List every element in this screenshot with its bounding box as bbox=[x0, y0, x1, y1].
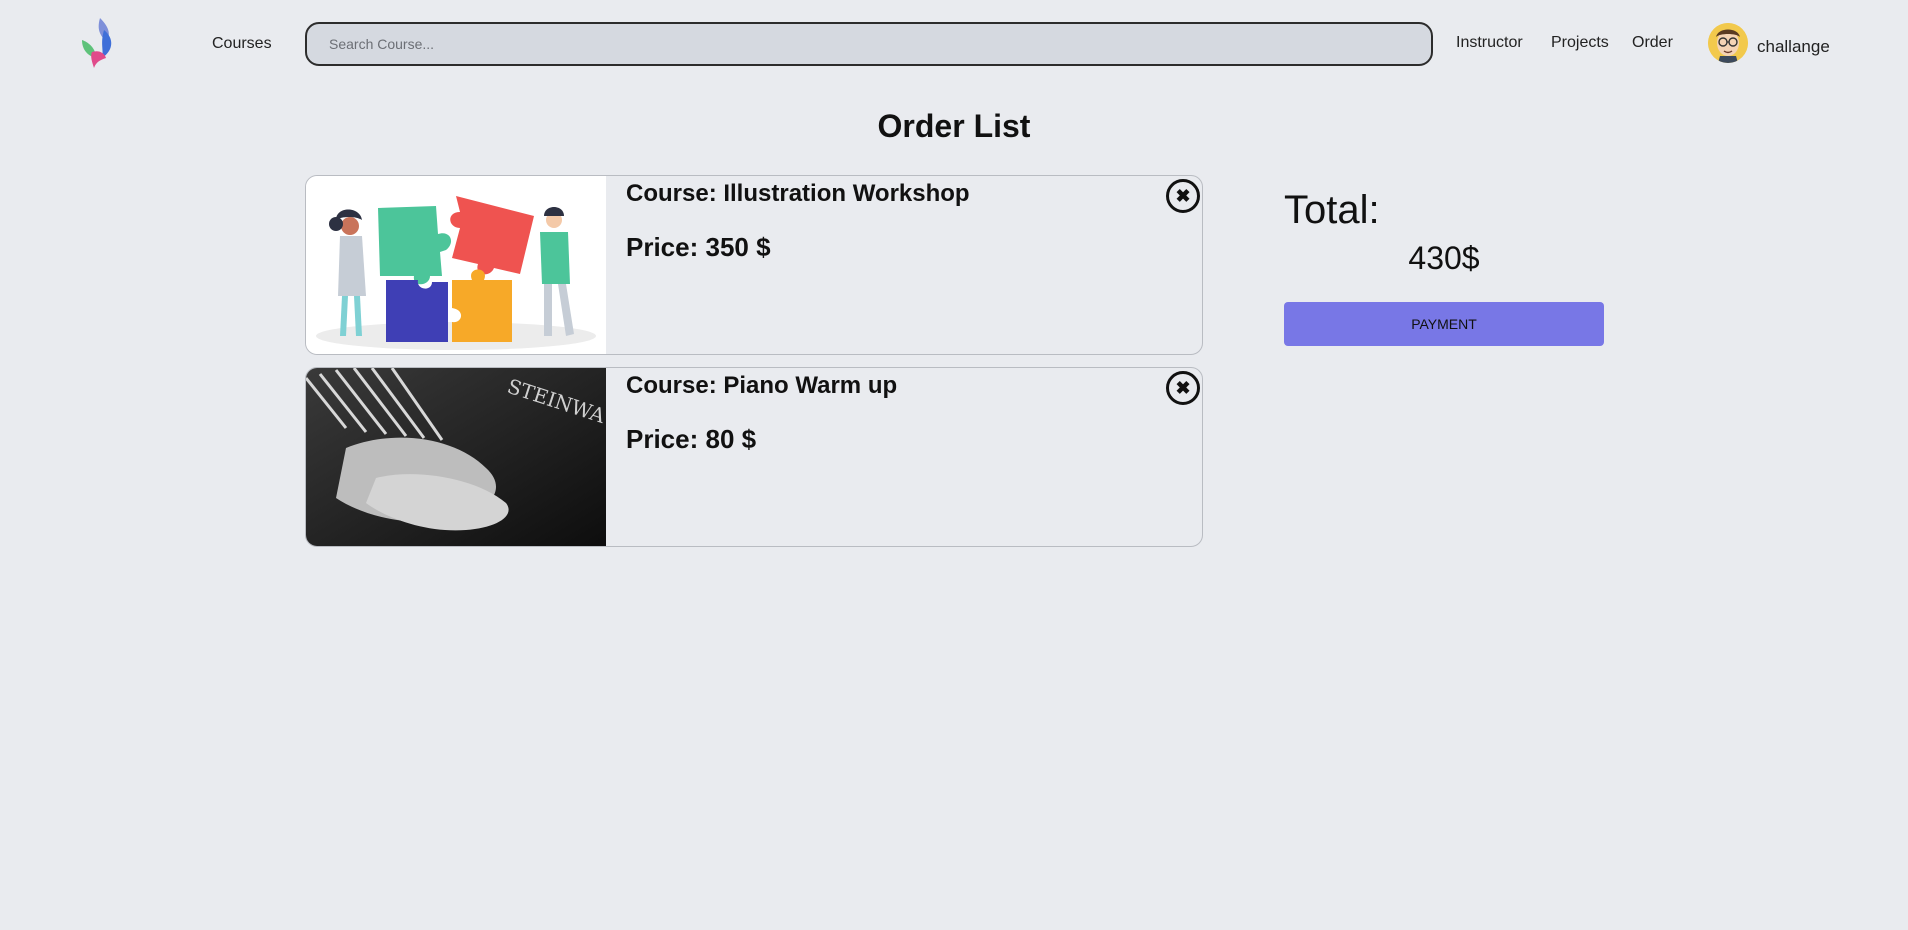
piano-photo: STEINWA bbox=[306, 368, 606, 546]
search-input[interactable] bbox=[305, 22, 1433, 66]
nav-courses-link[interactable]: Courses bbox=[212, 35, 272, 53]
puzzle-illustration bbox=[306, 176, 606, 354]
course-title: Course: Piano Warm up bbox=[626, 372, 898, 399]
order-item: Course: Illustration Workshop Price: 350… bbox=[305, 175, 1203, 355]
total-value: 430$ bbox=[1408, 240, 1480, 276]
nav-order-link[interactable]: Order bbox=[1632, 34, 1673, 52]
nav-projects-link[interactable]: Projects bbox=[1551, 34, 1609, 52]
flame-logo-icon[interactable] bbox=[78, 16, 118, 70]
course-price: Price: 80 $ bbox=[626, 424, 757, 454]
page-title: Order List bbox=[877, 108, 1031, 144]
user-avatar[interactable] bbox=[1708, 23, 1748, 63]
top-navbar: Courses Instructor Projects Order challa… bbox=[0, 0, 1908, 90]
course-price: Price: 350 $ bbox=[626, 232, 771, 262]
course-title: Course: Illustration Workshop bbox=[626, 180, 970, 207]
close-circle-icon[interactable]: ✖ bbox=[1166, 179, 1200, 213]
order-item: STEINWA Course: Piano Warm up Price: 80 … bbox=[305, 367, 1203, 547]
total-label: Total: bbox=[1284, 188, 1380, 232]
close-circle-icon[interactable]: ✖ bbox=[1166, 371, 1200, 405]
payment-button[interactable]: PAYMENT bbox=[1284, 302, 1604, 346]
username-label[interactable]: challange bbox=[1757, 37, 1830, 57]
nav-instructor-link[interactable]: Instructor bbox=[1456, 34, 1523, 52]
avatar-face-icon bbox=[1708, 23, 1748, 63]
